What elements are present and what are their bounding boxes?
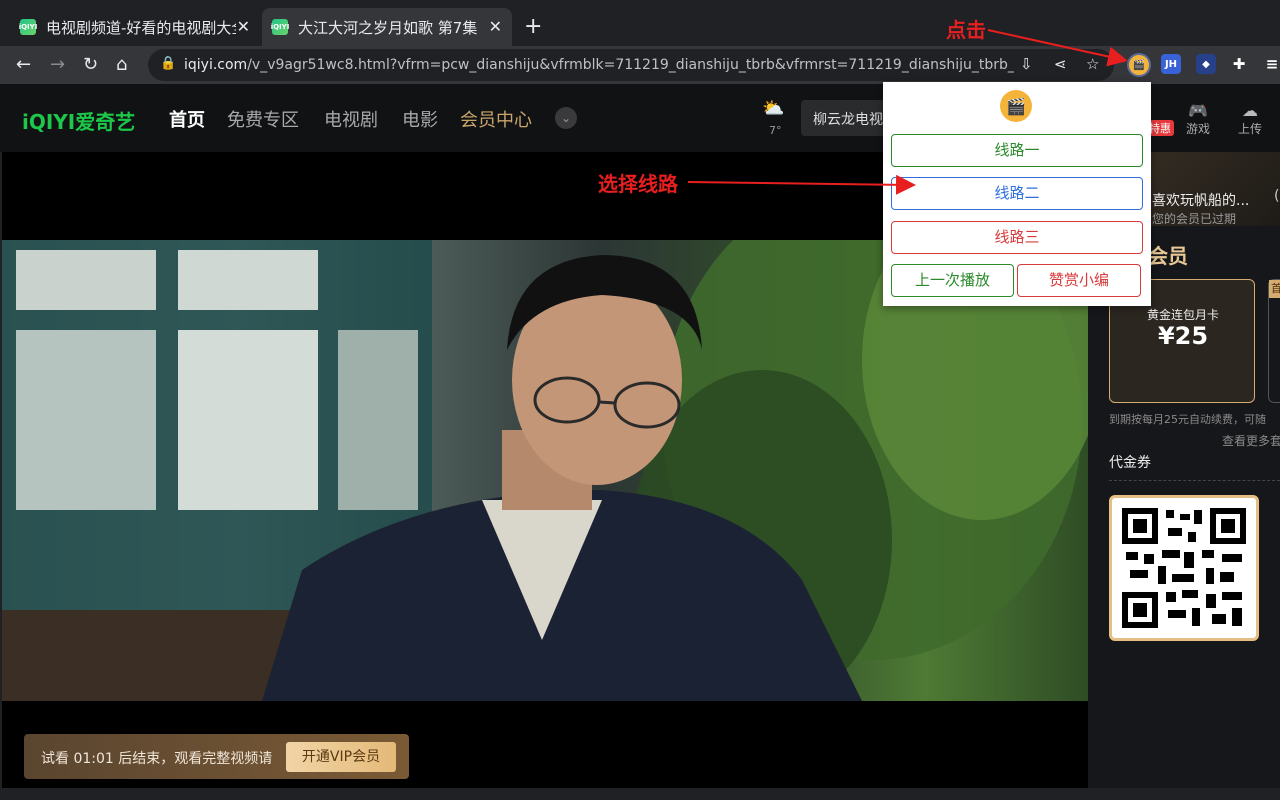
temperature: 7° xyxy=(769,124,782,137)
donate-button[interactable]: 赞赏小编 xyxy=(1017,264,1141,297)
iqiyi-favicon-icon: iQIYI xyxy=(272,19,288,35)
clapperboard-icon: 🎬 xyxy=(1000,90,1032,122)
jh-extension-icon[interactable]: JH xyxy=(1161,54,1181,74)
line-1-button[interactable]: 线路一 xyxy=(891,134,1143,167)
home-icon[interactable]: ⌂ xyxy=(116,54,127,75)
iqiyi-favicon-icon: iQIYI xyxy=(20,19,36,35)
plan-price: ¥25 xyxy=(1110,322,1256,350)
nav-free[interactable]: 免费专区 xyxy=(227,106,299,132)
video-frame[interactable] xyxy=(2,240,1088,701)
back-icon[interactable]: ← xyxy=(16,54,31,75)
trial-text: 试看 01:01 后结束，观看完整视频请 xyxy=(41,748,272,768)
nav-home[interactable]: 首页 xyxy=(169,106,205,132)
membership-section-title: 会员 xyxy=(1148,240,1188,269)
tab-strip: iQIYI 电视剧频道-好看的电视剧大全 ✕ iQIYI 大江大河之岁月如歌 第… xyxy=(0,0,1280,46)
nav-vip-center[interactable]: 会员中心 xyxy=(460,106,532,132)
gamepad-icon: 🎮 xyxy=(1186,101,1210,120)
url-path: /v_v9agr51wc8.html?vfrm=pcw_dianshiju&vf… xyxy=(247,57,1014,73)
reading-list-icon[interactable]: ≡ xyxy=(1262,54,1280,74)
video-scene-image xyxy=(2,240,1088,701)
divider xyxy=(1109,480,1280,481)
last-play-button[interactable]: 上一次播放 xyxy=(891,264,1014,297)
annotation-click: 点击 xyxy=(946,14,986,43)
games-label: 游戏 xyxy=(1186,120,1210,137)
tab-active-episode[interactable]: iQIYI 大江大河之岁月如歌 第7集 ✕ xyxy=(262,8,512,46)
upload-button[interactable]: ☁ 上传 xyxy=(1238,101,1262,137)
trial-notice-bar: 试看 01:01 后结束，观看完整视频请 开通VIP会员 xyxy=(24,734,409,779)
address-bar[interactable]: 🔒 iqiyi.com/v_v9agr51wc8.html?vfrm=pcw_d… xyxy=(148,49,1114,81)
tab-title: 电视剧频道-好看的电视剧大全 xyxy=(46,17,236,38)
qr-code xyxy=(1109,495,1259,641)
browser-toolbar: ← → ↻ ⌂ 🔒 iqiyi.com/v_v9agr51wc8.html?vf… xyxy=(0,46,1280,84)
extensions-puzzle-icon[interactable]: ✚ xyxy=(1229,54,1249,74)
tab-tv-channel[interactable]: iQIYI 电视剧频道-好看的电视剧大全 ✕ xyxy=(10,8,260,46)
iqiyi-logo[interactable]: iQIYI爱奇艺 xyxy=(22,106,135,135)
extension-icon[interactable]: ◆ xyxy=(1196,54,1216,74)
chevron-down-icon[interactable]: ⌄ xyxy=(555,107,577,129)
line-3-button[interactable]: 线路三 xyxy=(891,221,1143,254)
nav-tv[interactable]: 电视剧 xyxy=(324,106,378,132)
install-icon[interactable]: ⇩ xyxy=(1020,55,1033,73)
see-more-plans-link[interactable]: 查看更多套 xyxy=(1222,432,1280,449)
status-strip xyxy=(0,788,1280,800)
new-tab-button[interactable]: + xyxy=(524,14,542,39)
second-plan-card[interactable]: 首 xyxy=(1268,279,1280,403)
extension-popup: 🎬 线路一 线路二 线路三 上一次播放 赞赏小编 xyxy=(883,82,1151,306)
upload-cloud-icon: ☁ xyxy=(1238,101,1262,120)
nav-movie[interactable]: 电影 xyxy=(402,106,438,132)
auto-renew-note: 到期按每月25元自动续费，可随 xyxy=(1109,411,1280,427)
forward-icon[interactable]: → xyxy=(50,54,65,75)
username[interactable]: 喜欢玩帆船的... xyxy=(1152,190,1249,210)
lock-icon: 🔒 xyxy=(160,56,176,71)
annotation-select-line: 选择线路 xyxy=(598,168,678,197)
reload-icon[interactable]: ↻ xyxy=(83,54,98,75)
share-icon[interactable]: ⋖ xyxy=(1054,55,1067,73)
close-tab-icon[interactable]: ✕ xyxy=(489,17,502,36)
video-extension-icon[interactable]: 🎬 xyxy=(1127,53,1151,77)
close-tab-icon[interactable]: ✕ xyxy=(237,17,250,36)
games-button[interactable]: 🎮 游戏 xyxy=(1186,101,1210,137)
weather-icon: ⛅ xyxy=(762,98,784,119)
membership-expired-text: 您的会员已过期 xyxy=(1152,210,1236,227)
tab-title: 大江大河之岁月如歌 第7集 xyxy=(298,17,488,38)
coupon-title[interactable]: 代金券 xyxy=(1109,452,1151,472)
open-vip-button[interactable]: 开通VIP会员 xyxy=(286,742,396,772)
url-domain: iqiyi.com xyxy=(184,57,247,73)
info-paren: ( xyxy=(1274,188,1279,204)
line-2-button[interactable]: 线路二 xyxy=(891,177,1143,210)
first-month-badge: 首 xyxy=(1269,280,1280,298)
plan-name: 黄金连包月卡 xyxy=(1110,306,1256,323)
upload-label: 上传 xyxy=(1238,120,1262,137)
qr-code-image xyxy=(1122,508,1246,628)
bookmark-star-icon[interactable]: ☆ xyxy=(1086,55,1099,73)
